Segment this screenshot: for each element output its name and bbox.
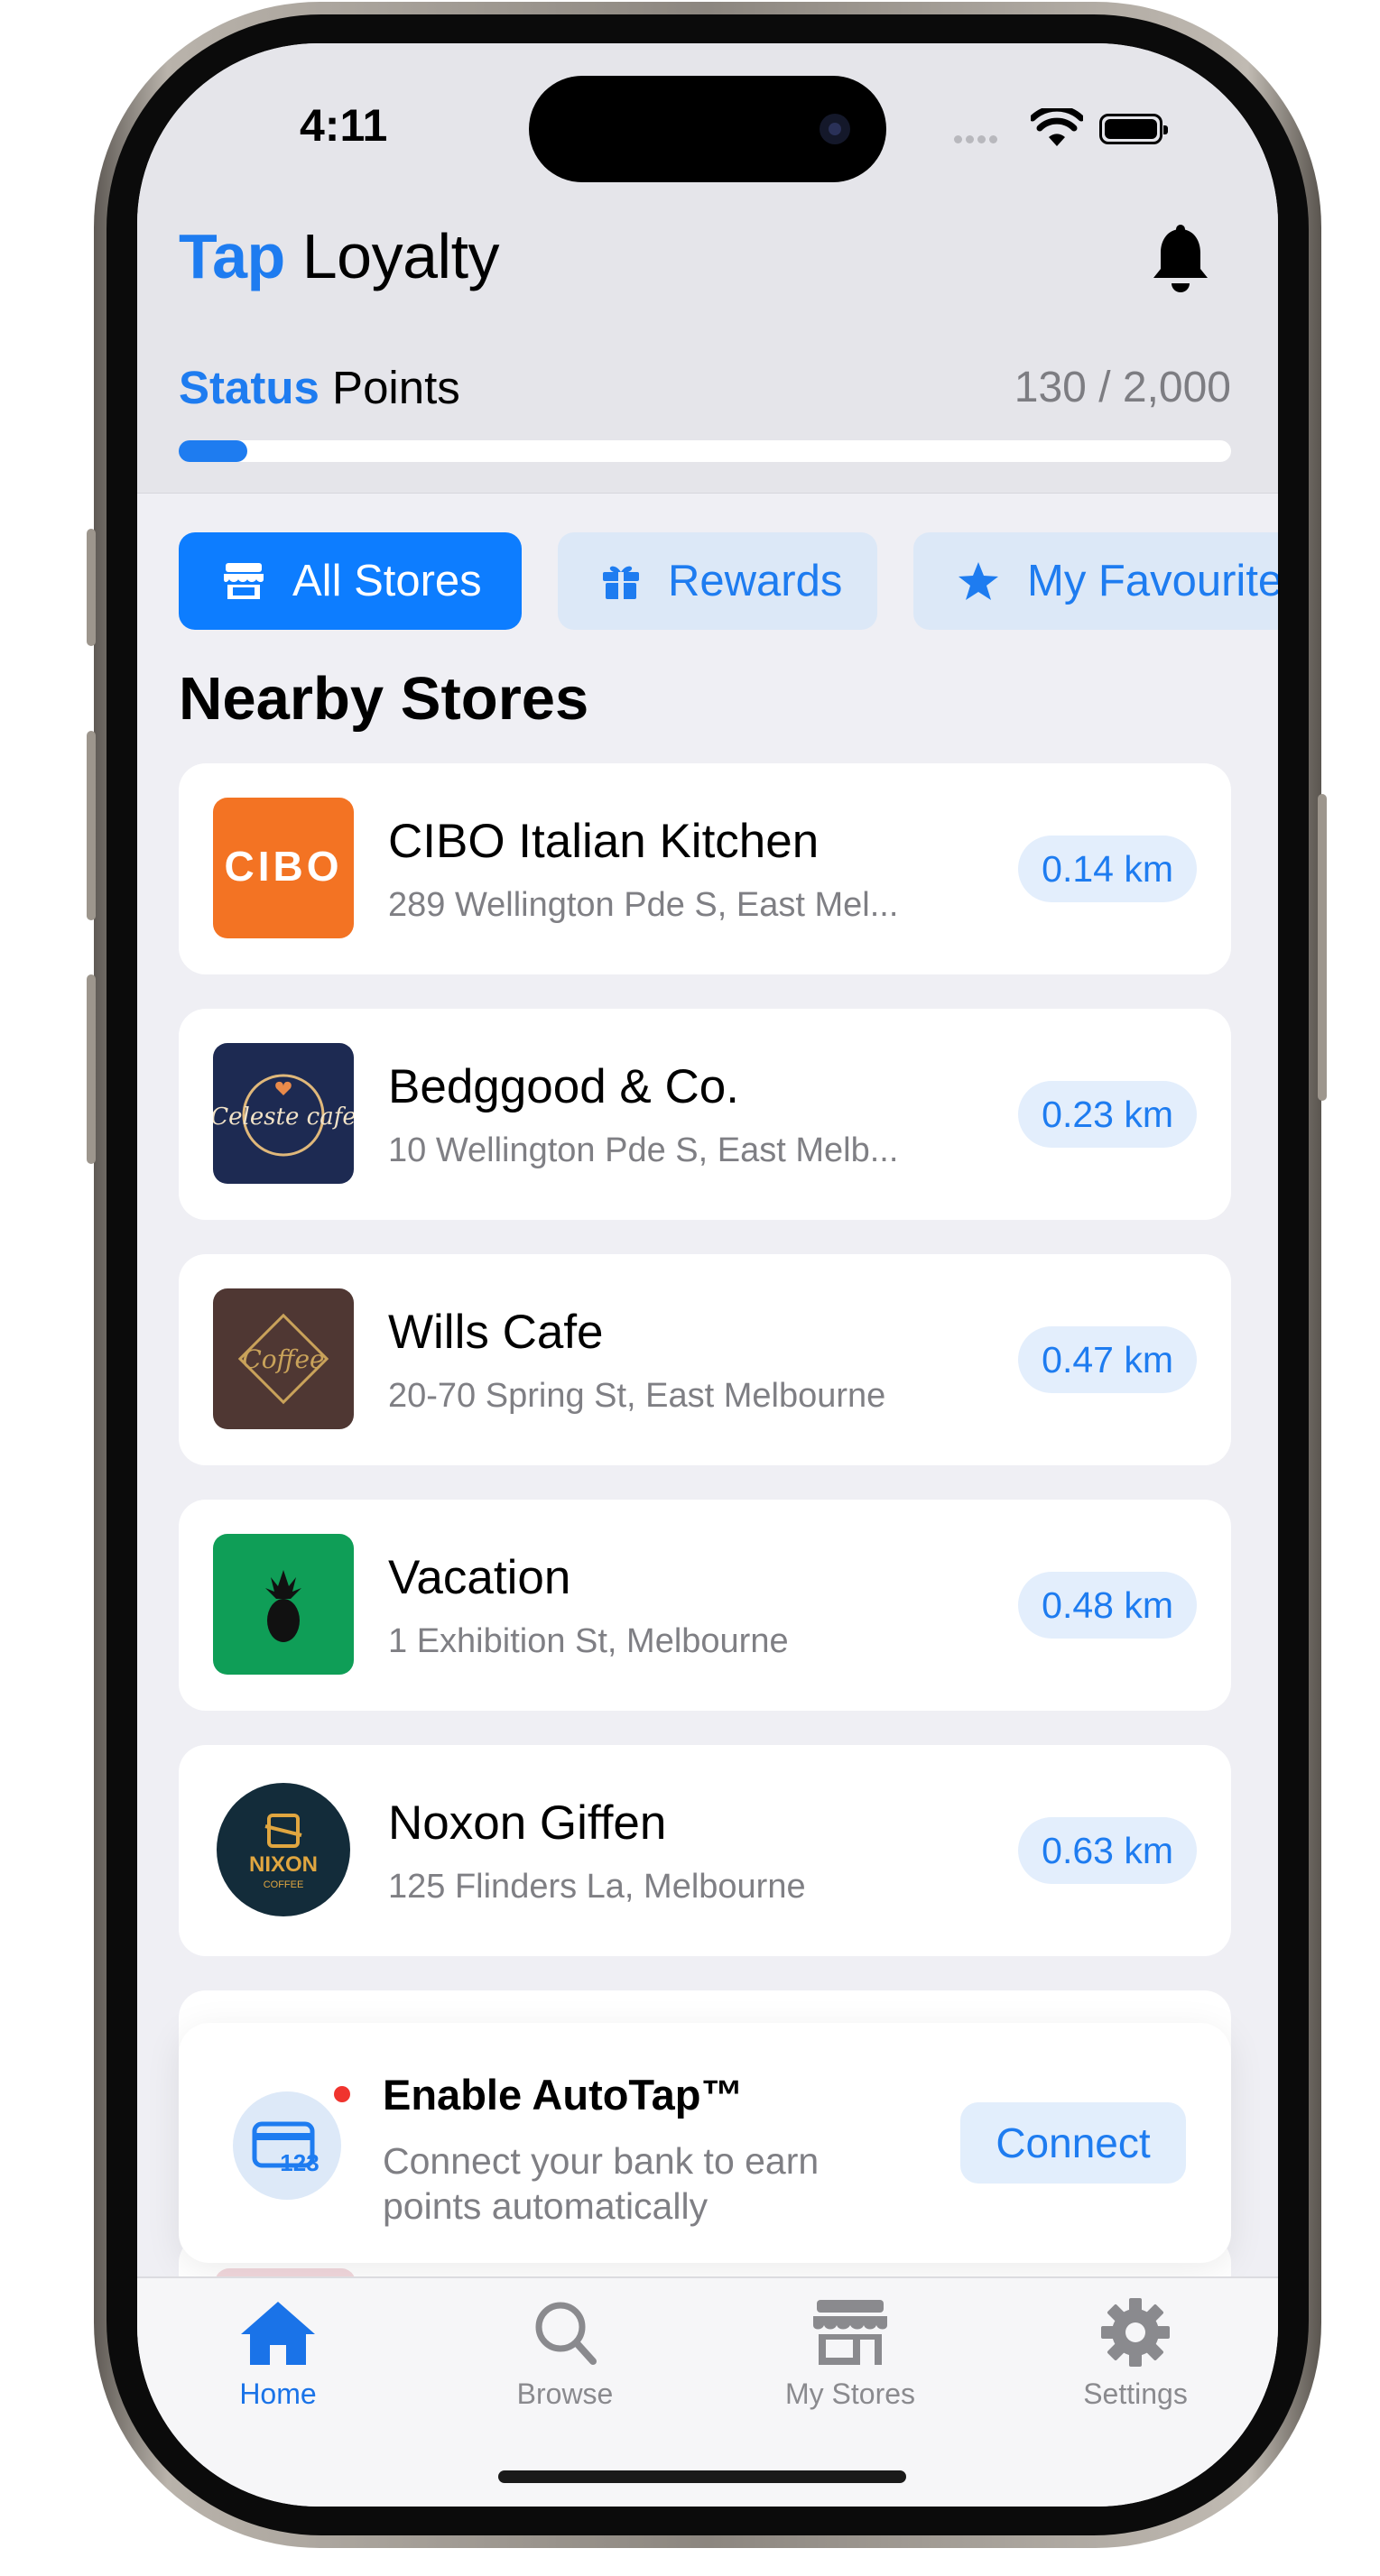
magnifier-icon [535,2302,597,2365]
cellular-signal-icon [954,132,1001,148]
battery-icon [1099,114,1168,144]
home-icon [241,2302,315,2365]
celeste-logo: Celeste cafe [213,1074,354,1157]
status-progress-bar [179,440,1231,462]
store-card[interactable]: CIBO CIBO Italian Kitchen 289 Wellington… [179,763,1231,974]
store-logo [213,1534,354,1675]
svg-text:COFFEE: COFFEE [264,1879,304,1890]
store-card[interactable]: Coffee Wills Cafe 20-70 Spring St, East … [179,1254,1231,1465]
section-title: Nearby Stores [179,665,589,733]
store-name: Bedggood & Co. [388,1060,739,1113]
svg-text:Coffee: Coffee [242,1344,324,1374]
tabbar-home[interactable]: Home [188,2296,368,2411]
autotap-banner[interactable]: 123 Enable AutoTap™ Connect your bank to… [179,2023,1231,2263]
camera-icon [820,114,850,144]
store-logo: Coffee [213,1288,354,1429]
tabbar-label: Settings [1083,2377,1188,2410]
tabbar-browse[interactable]: Browse [475,2296,655,2411]
app-title: Tap Loyalty [179,220,500,292]
distance-badge: 0.63 km [1018,1817,1197,1884]
app-screen: 4:11 Tap Loyalty Status Points 130 / 2,0… [137,43,1278,2507]
dynamic-island [529,76,886,182]
tabbar-settings[interactable]: Settings [1045,2296,1226,2411]
nixon-logo: NIXON COFFEE [217,1783,350,1916]
store-icon [813,2300,887,2365]
tab-rewards[interactable]: Rewards [558,532,877,630]
status-points-value: 130 / 2,000 [1014,364,1231,411]
svg-text:Celeste cafe: Celeste cafe [213,1103,354,1131]
store-address: 1 Exhibition St, Melbourne [388,1622,789,1660]
storefront-icon [224,563,264,599]
store-address: 125 Flinders La, Melbourne [388,1868,806,1906]
store-name: Noxon Giffen [388,1796,667,1850]
tabbar-label: My Stores [784,2377,916,2410]
notification-dot [334,2086,350,2102]
bell-icon[interactable] [1148,224,1213,296]
status-progress-fill [179,440,247,462]
gear-icon [1101,2298,1170,2367]
tabbar-label: Browse [516,2377,614,2410]
status-points-label-accent: Status [179,362,320,413]
volume-up-button [87,731,96,920]
tab-all-stores[interactable]: All Stores [179,532,522,630]
autotap-title: Enable AutoTap™ [383,2071,744,2119]
store-address: 10 Wellington Pde S, East Melb... [388,1131,899,1169]
tabbar-label: Home [239,2377,317,2410]
status-points-label-rest: Points [332,362,460,413]
store-name: CIBO Italian Kitchen [388,815,820,868]
tab-label: Rewards [668,557,843,605]
distance-badge: 0.23 km [1018,1081,1197,1148]
store-card[interactable]: Vacation 1 Exhibition St, Melbourne 0.48… [179,1500,1231,1711]
power-button [1318,794,1327,1101]
cibo-logo: CIBO [225,843,343,890]
tab-label: My Favourites [1027,557,1278,605]
svg-text:CIBO: CIBO [225,843,343,890]
tab-label: All Stores [292,557,482,605]
connect-button[interactable]: Connect [960,2102,1186,2184]
distance-badge: 0.14 km [1018,836,1197,902]
wifi-icon [1031,108,1083,146]
status-time: 4:11 [300,100,388,151]
store-name: Wills Cafe [388,1306,604,1359]
store-logo: Celeste cafe [213,1043,354,1184]
tab-my-favourites[interactable]: My Favourites [913,532,1278,630]
coffee-logo: Coffee [237,1313,329,1405]
home-indicator[interactable] [498,2470,906,2483]
svg-text:123: 123 [280,2149,319,2176]
store-card[interactable]: NIXON COFFEE Noxon Giffen 125 Flinders L… [179,1745,1231,1956]
header-area: 4:11 Tap Loyalty Status Points 130 / 2,0… [137,43,1278,494]
app-title-rest: Loyalty [301,221,500,291]
star-icon [959,562,998,600]
store-name: Vacation [388,1551,571,1604]
store-logo: NIXON COFFEE [213,1779,354,1920]
store-address: 289 Wellington Pde S, East Mel... [388,886,899,924]
volume-down-button [87,974,96,1164]
store-card[interactable]: Celeste cafe Bedggood & Co. 10 Wellingto… [179,1009,1231,1220]
distance-badge: 0.48 km [1018,1572,1197,1639]
svg-text:NIXON: NIXON [249,1852,318,1877]
action-button [87,529,96,646]
pineapple-icon [265,1570,301,1642]
card-icon: 123 [233,2091,341,2200]
store-logo: CIBO [213,798,354,938]
store-address: 20-70 Spring St, East Melbourne [388,1377,886,1415]
app-title-accent: Tap [179,221,285,291]
status-points-label: Status Points [179,361,460,414]
gift-icon [603,566,639,599]
tabbar-my-stores[interactable]: My Stores [760,2296,940,2411]
autotap-description: Connect your bank to earn points automat… [383,2140,820,2227]
distance-badge: 0.47 km [1018,1326,1197,1393]
